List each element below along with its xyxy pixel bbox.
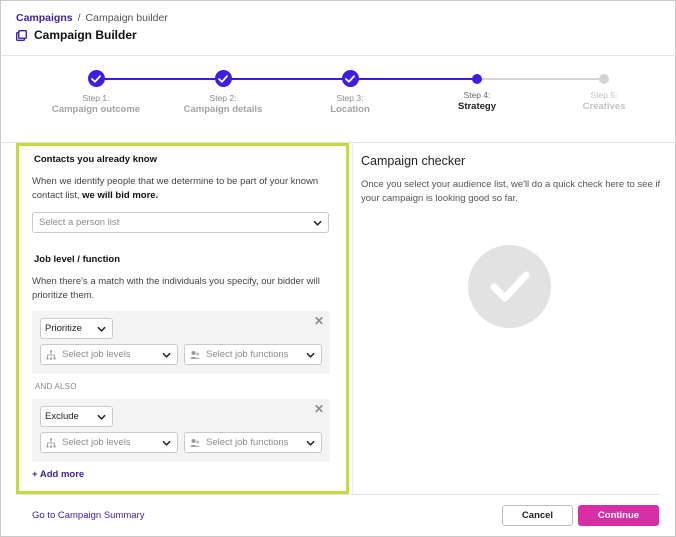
job-description: When there's a match with the individual…	[32, 276, 320, 301]
step-number: Step 5:	[590, 90, 618, 100]
future-step-dot-icon	[599, 74, 609, 84]
job-functions-placeholder: Select job functions	[206, 349, 289, 360]
chevron-down-icon	[313, 220, 322, 226]
rule-mode-select[interactable]: Exclude	[40, 406, 113, 427]
step-location[interactable]: Step 3: Location	[290, 70, 410, 115]
close-icon[interactable]: ✕	[314, 315, 324, 327]
rule-mode-select[interactable]: Prioritize	[40, 318, 113, 339]
breadcrumb-separator: /	[77, 12, 81, 24]
step-number: Step 3:	[336, 93, 364, 103]
campaign-icon	[16, 29, 27, 41]
step-label: Strategy	[457, 101, 496, 112]
job-levels-placeholder: Select job levels	[62, 437, 131, 448]
audience-targeting-panel: Contacts you already know When we identi…	[16, 143, 349, 494]
chevron-down-icon	[97, 326, 106, 332]
continue-button[interactable]: Continue	[578, 505, 659, 526]
breadcrumb: Campaigns / Campaign builder	[16, 12, 168, 24]
step-campaign-outcome[interactable]: Step 1: Campaign outcome	[36, 70, 156, 115]
chevron-down-icon	[97, 414, 106, 420]
step-label: Creatives	[582, 101, 626, 112]
check-icon	[341, 70, 359, 87]
chevron-down-icon	[162, 440, 171, 446]
job-rule-exclude: ✕ Exclude Select job levels Select job f…	[32, 399, 330, 462]
person-list-placeholder: Select a person list	[39, 217, 120, 228]
job-levels-select[interactable]: Select job levels	[40, 432, 178, 453]
contacts-description: When we identify people that we determin…	[32, 176, 319, 201]
hierarchy-icon	[46, 350, 56, 359]
step-number: Step 1:	[82, 93, 110, 103]
add-more-link[interactable]: + Add more	[32, 469, 84, 480]
cancel-button[interactable]: Cancel	[502, 505, 573, 526]
job-section-title: Job level / function	[34, 254, 121, 265]
current-step-dot-icon	[472, 74, 482, 84]
person-list-select[interactable]: Select a person list	[32, 212, 329, 233]
checkmark-icon	[468, 245, 551, 328]
check-icon	[214, 70, 232, 87]
breadcrumb-campaigns-link[interactable]: Campaigns	[16, 12, 73, 24]
job-functions-placeholder: Select job functions	[206, 437, 289, 448]
hierarchy-icon	[46, 438, 56, 447]
breadcrumb-current: Campaign builder	[85, 12, 168, 24]
people-icon	[190, 438, 200, 447]
rule-mode-value: Exclude	[45, 411, 79, 422]
page-title-text: Campaign Builder	[34, 28, 137, 42]
job-levels-placeholder: Select job levels	[62, 349, 131, 360]
step-campaign-details[interactable]: Step 2: Campaign details	[163, 70, 283, 115]
and-also-label: AND ALSO	[35, 382, 77, 391]
checker-description: Once you select your audience list, we'l…	[361, 179, 661, 204]
job-levels-select[interactable]: Select job levels	[40, 344, 178, 365]
campaign-summary-link[interactable]: Go to Campaign Summary	[32, 510, 144, 521]
chevron-down-icon	[162, 352, 171, 358]
progress-stepper: Step 1: Campaign outcome Step 2: Campaig…	[0, 56, 676, 142]
step-strategy[interactable]: Step 4: Strategy	[417, 70, 537, 112]
page-title: Campaign Builder	[16, 28, 137, 42]
chevron-down-icon	[306, 440, 315, 446]
checker-title: Campaign checker	[361, 154, 466, 168]
step-label: Campaign details	[183, 104, 263, 115]
chevron-down-icon	[306, 352, 315, 358]
panel-divider	[352, 143, 353, 495]
check-icon	[87, 70, 105, 87]
job-functions-select[interactable]: Select job functions	[184, 432, 322, 453]
step-label: Location	[330, 104, 370, 115]
step-creatives[interactable]: Step 5: Creatives	[544, 70, 664, 112]
people-icon	[190, 350, 200, 359]
close-icon[interactable]: ✕	[314, 403, 324, 415]
footer-divider	[16, 494, 660, 495]
contacts-section-title: Contacts you already know	[34, 154, 158, 165]
job-rule-prioritize: ✕ Prioritize Select job levels Select jo…	[32, 311, 330, 374]
step-number: Step 4:	[463, 90, 491, 100]
job-functions-select[interactable]: Select job functions	[184, 344, 322, 365]
step-label: Campaign outcome	[51, 104, 141, 115]
step-number: Step 2:	[209, 93, 237, 103]
rule-mode-value: Prioritize	[45, 323, 82, 334]
